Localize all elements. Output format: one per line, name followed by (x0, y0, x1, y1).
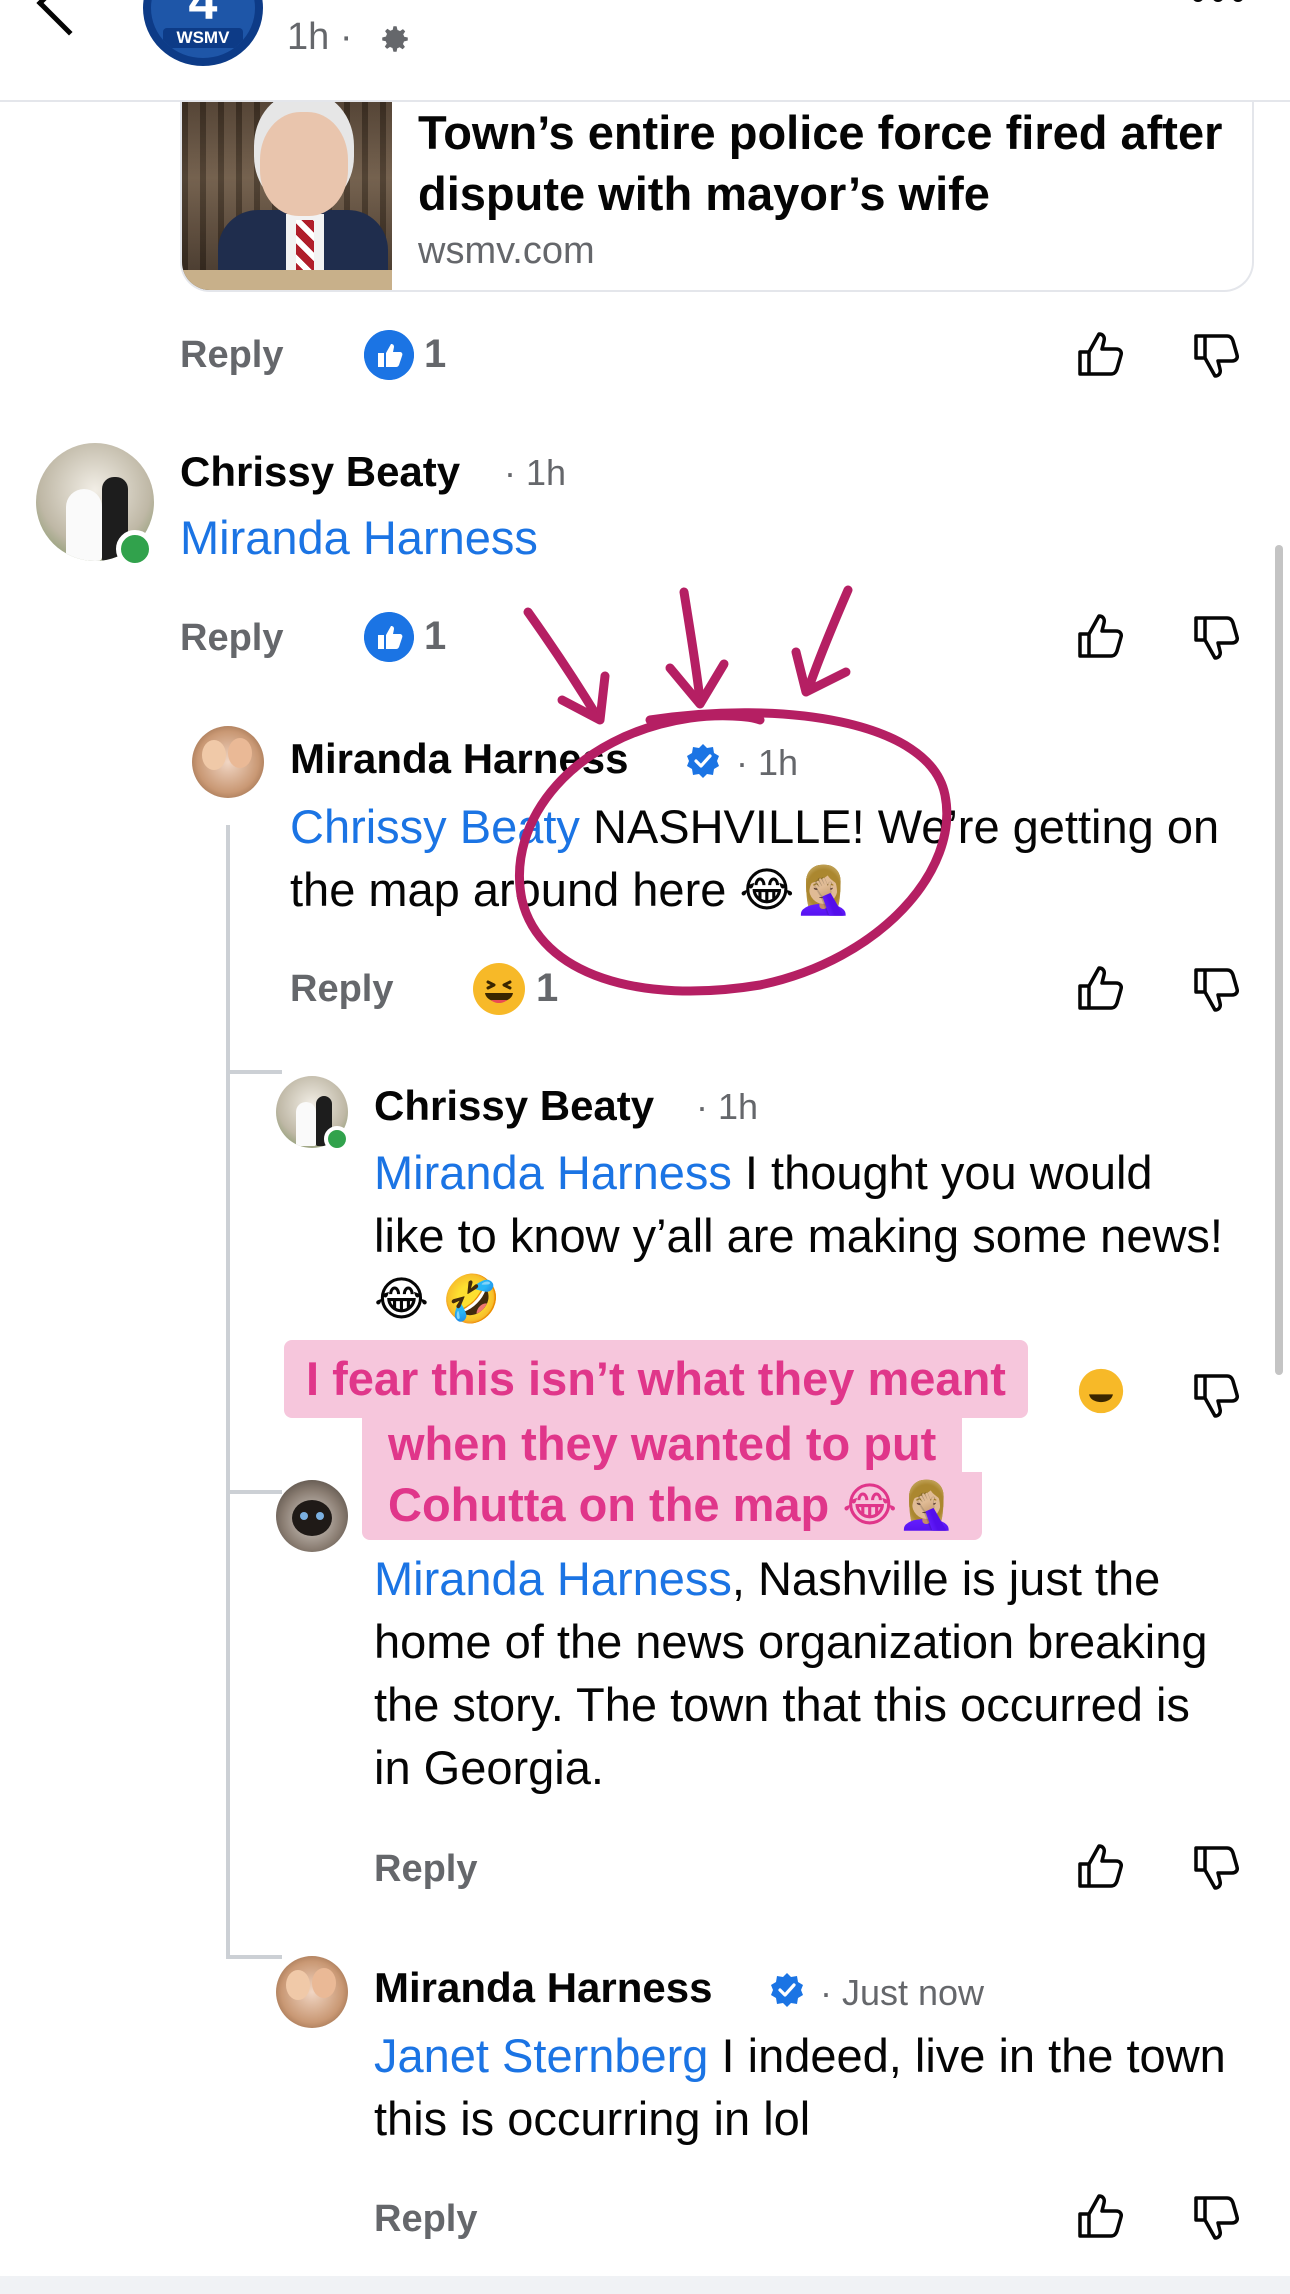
overlay-caption-line: when they wanted to put (362, 1412, 963, 1476)
mention-link[interactable]: Janet Sternberg (374, 2029, 708, 2082)
upvote-icon[interactable] (1074, 610, 1126, 662)
comment-body: Miranda Harness (180, 506, 1220, 569)
thread-line (226, 1070, 282, 1074)
avatar[interactable] (276, 1956, 348, 2028)
comment-author[interactable]: Chrissy Beaty (374, 1082, 654, 1130)
upvote-icon[interactable] (1074, 2190, 1126, 2242)
downvote-icon[interactable] (1190, 1370, 1242, 1422)
more-options-icon[interactable] (1188, 0, 1248, 16)
top-bar: 4 WSMV 1h · (0, 0, 1290, 102)
reply-button[interactable]: Reply (180, 617, 283, 660)
haha-reaction-icon (1078, 1368, 1124, 1414)
link-title: Town’s entire police force fired after d… (418, 106, 1223, 220)
comment-author[interactable]: Miranda Harness (290, 735, 628, 783)
reaction-count: 1 (424, 332, 447, 376)
reply-button[interactable]: Reply (374, 2198, 477, 2241)
bottom-divider (0, 2276, 1290, 2294)
comment-time: · Just now (820, 1972, 985, 2013)
thread-line (226, 1955, 282, 1959)
downvote-icon[interactable] (1190, 964, 1242, 1016)
comment-body: Janet Sternberg I indeed, live in the to… (374, 2029, 1226, 2145)
comment-body: Chrissy Beaty NASHVILLE! We’re getting o… (290, 800, 1220, 916)
privacy-gear-icon (382, 26, 408, 52)
logo-text: WSMV (163, 28, 243, 48)
mention-link[interactable]: Miranda Harness (374, 1552, 732, 1605)
reaction-count: 1 (536, 966, 559, 1010)
mention-link[interactable]: Miranda Harness (180, 511, 538, 564)
overlay-caption-line: Cohutta on the map 😂🤦🏼‍♀️ (362, 1472, 982, 1540)
scrollbar[interactable] (1275, 545, 1283, 1375)
reply-button[interactable]: Reply (290, 968, 393, 1011)
downvote-icon[interactable] (1190, 1842, 1242, 1894)
comment-body: Miranda Harness I thought you would like… (374, 1146, 1223, 1325)
reaction-count: 1 (424, 614, 447, 658)
post-time: 1h · (287, 16, 353, 58)
verified-badge-icon (771, 1973, 803, 2007)
thread-line (226, 1490, 282, 1494)
haha-reaction-icon (473, 963, 525, 1015)
online-status-dot (324, 1126, 350, 1152)
link-preview-card[interactable]: Town’s entire police force fired after d… (180, 102, 1254, 292)
mention-link[interactable]: Chrissy Beaty (290, 800, 580, 853)
downvote-icon[interactable] (1190, 2192, 1242, 2244)
comment-author[interactable]: Chrissy Beaty (180, 448, 460, 496)
online-status-dot (116, 530, 154, 568)
comment-body: Miranda Harness, Nashville is just the h… (374, 1552, 1208, 1794)
comment-time: · 1h (736, 742, 799, 783)
reply-button[interactable]: Reply (374, 1848, 477, 1891)
like-reaction-icon (364, 330, 414, 380)
upvote-icon[interactable] (1074, 328, 1126, 380)
downvote-icon[interactable] (1190, 612, 1242, 664)
like-reaction-icon (364, 612, 414, 662)
comment-time: · 1h (504, 452, 567, 493)
upvote-icon[interactable] (1074, 962, 1126, 1014)
downvote-icon[interactable] (1190, 330, 1242, 382)
verified-badge-icon (687, 744, 719, 778)
overlay-caption-line: I fear this isn’t what they meant (284, 1340, 1028, 1418)
thread-line (226, 825, 230, 1955)
back-arrow-icon[interactable] (36, 0, 102, 36)
avatar[interactable] (192, 726, 264, 798)
comment-author[interactable]: Miranda Harness (374, 1964, 712, 2012)
reply-button[interactable]: Reply (180, 334, 283, 377)
upvote-icon[interactable] (1074, 1840, 1126, 1892)
comment-time: · 1h (696, 1086, 759, 1127)
page-avatar[interactable]: 4 WSMV (143, 0, 263, 66)
link-domain: wsmv.com (418, 230, 595, 272)
avatar[interactable] (276, 1480, 348, 1552)
mention-link[interactable]: Miranda Harness (374, 1146, 732, 1199)
link-thumbnail (182, 102, 392, 290)
logo-number: 4 (188, 0, 218, 31)
